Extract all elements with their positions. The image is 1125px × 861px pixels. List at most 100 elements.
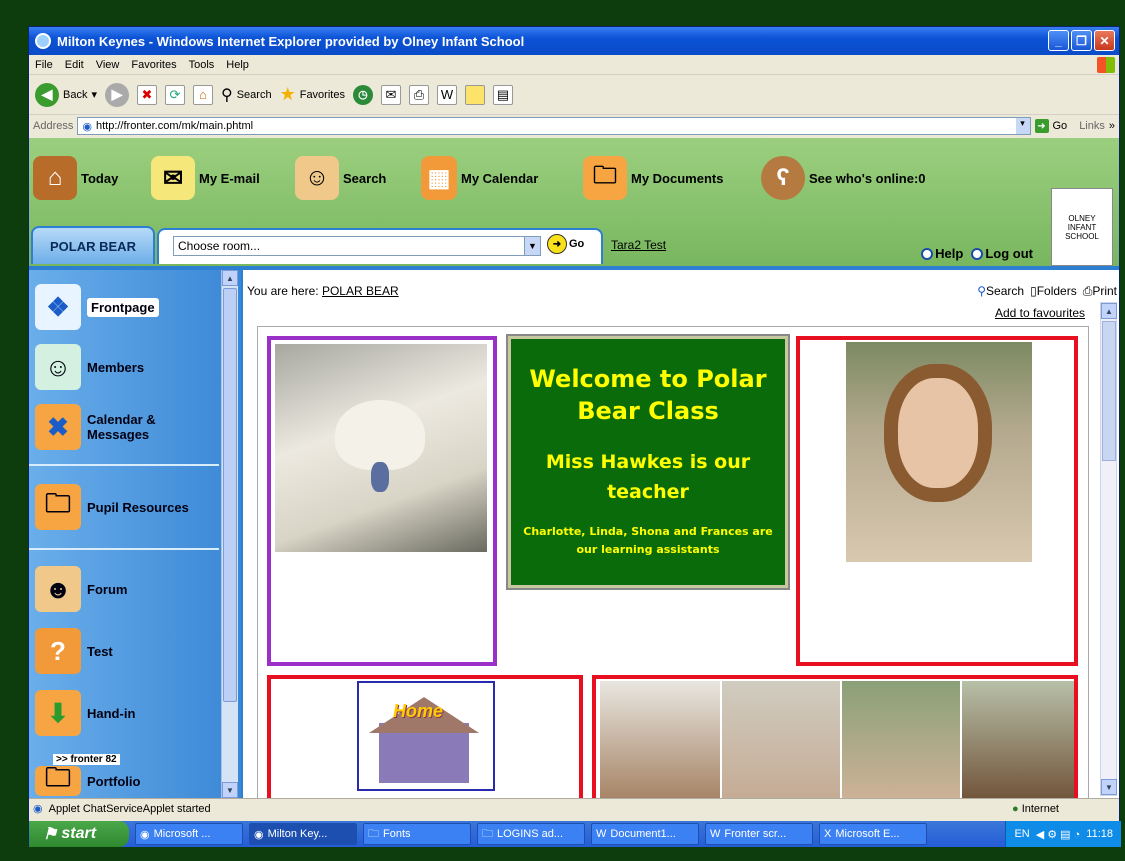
print-button[interactable]: ⎙ <box>408 84 429 105</box>
notes-button[interactable] <box>464 84 485 105</box>
research-button[interactable]: ▤ <box>492 84 513 105</box>
nav-email[interactable]: ✉ My E-mail <box>151 156 260 200</box>
polar-bear-box <box>267 336 497 666</box>
breadcrumb-link[interactable]: POLAR BEAR <box>322 284 399 298</box>
logout-link[interactable]: Log out <box>971 246 1033 261</box>
language-indicator[interactable]: EN <box>1014 828 1029 840</box>
house-icon: ⌂ <box>33 156 77 200</box>
assistants-box <box>592 675 1078 798</box>
sidebar-item-pupil-resources[interactable]: 🗀 Pupil Resources <box>35 484 189 530</box>
scroll-up-button[interactable]: ▲ <box>222 270 238 286</box>
members-icon: ☺ <box>35 344 81 390</box>
word-icon: W <box>596 828 607 840</box>
go-arrow-icon: ➜ <box>547 234 567 254</box>
search-button[interactable]: ⚲ Search <box>221 85 272 105</box>
sidebar-scrollbar[interactable]: ▲ ▼ <box>221 270 238 798</box>
sidebar-item-calendar[interactable]: ✖ Calendar & Messages <box>35 404 156 450</box>
menu-view[interactable]: View <box>96 59 120 71</box>
tool-print[interactable]: ⎙Print <box>1083 284 1117 299</box>
teacher-photo <box>846 342 1032 562</box>
scroll-thumb[interactable] <box>1102 321 1116 461</box>
excel-icon: X <box>824 828 832 840</box>
edit-button[interactable]: W <box>436 84 457 105</box>
zone-indicator: ● Internet <box>1011 802 1059 815</box>
task-milton-keynes[interactable]: ◉ Milton Key... <box>249 823 357 845</box>
back-button[interactable]: ◀ Back ▾ <box>35 82 97 107</box>
go-arrow-icon[interactable]: ➜ <box>1034 119 1049 133</box>
task-microsoft-1[interactable]: ◉ Microsoft ... <box>135 823 243 845</box>
menu-tools[interactable]: Tools <box>189 59 215 71</box>
ie-icon <box>35 33 51 49</box>
scroll-thumb[interactable] <box>223 288 237 702</box>
stop-button[interactable]: ✖ <box>137 84 157 105</box>
task-fonts[interactable]: 🗀 Fonts <box>363 823 471 845</box>
room-select[interactable]: Choose room... ▼ <box>173 236 541 256</box>
address-dropdown[interactable]: ▾ <box>1015 118 1030 134</box>
bear-icon: ʕ <box>761 156 805 200</box>
home-picture[interactable]: Home <box>357 681 495 791</box>
room-go-button[interactable]: ➜ Go <box>547 234 584 254</box>
nav-today[interactable]: ⌂ Today <box>33 156 118 200</box>
maximize-button[interactable]: ❐ <box>1071 30 1092 51</box>
assistant-photo <box>722 681 840 798</box>
sidebar-item-frontpage[interactable]: ❖ Frontpage <box>35 284 159 330</box>
nav-calendar[interactable]: ▦ My Calendar <box>421 156 538 200</box>
user-link[interactable]: Tara2 Test <box>611 238 666 252</box>
tray-icons: ◀ ⚙ ▤ ◔ <box>1035 828 1081 841</box>
home-box: Home <box>267 675 583 798</box>
favorites-button[interactable]: ★ Favorites <box>280 84 345 105</box>
help-icon <box>921 248 934 260</box>
address-bar: Address ◉ http://fronter.com/mk/main.pht… <box>29 115 1119 137</box>
question-icon: ? <box>35 628 81 674</box>
nav-online[interactable]: ʕ See who's online:0 <box>761 156 926 200</box>
close-button[interactable]: ✕ <box>1094 30 1115 51</box>
start-button[interactable]: ⚑ start <box>29 821 129 847</box>
sidebar-item-portfolio[interactable]: 🗀 Portfolio <box>35 762 140 796</box>
links-button[interactable]: Links <box>1079 120 1105 132</box>
back-arrow-icon: ◀ <box>35 82 59 107</box>
nav-search[interactable]: ☺ Search <box>295 156 386 200</box>
add-to-favourites-link[interactable]: Add to favourites <box>995 306 1085 320</box>
task-logins[interactable]: 🗀 LOGINS ad... <box>477 823 585 845</box>
status-bar: ◉ Applet ChatServiceApplet started ● Int… <box>29 798 1119 818</box>
scroll-down-button[interactable]: ▼ <box>1101 779 1117 795</box>
windows-logo-icon <box>1097 57 1115 73</box>
address-go-button[interactable]: Go <box>1053 120 1068 132</box>
sidebar-item-members[interactable]: ☺ Members <box>35 344 144 390</box>
address-input[interactable]: ◉ http://fronter.com/mk/main.phtml ▾ <box>77 117 1031 135</box>
forward-button[interactable]: ▶ <box>105 82 129 107</box>
mail-button[interactable]: ✉ <box>380 84 401 105</box>
help-link[interactable]: Help <box>921 246 963 261</box>
refresh-button[interactable]: ⟳ <box>165 84 185 105</box>
home-button[interactable]: ⌂ <box>193 84 213 105</box>
menu-edit[interactable]: Edit <box>65 59 84 71</box>
tool-search[interactable]: ⚲Search <box>977 284 1024 299</box>
web-content: ⌂ Today ✉ My E-mail ☺ Search ▦ My Calendar 🗀… <box>29 138 1119 798</box>
scroll-down-button[interactable]: ▼ <box>222 782 238 798</box>
nav-documents[interactable]: 🗀 My Documents <box>583 156 723 200</box>
menu-file[interactable]: File <box>35 59 53 71</box>
task-fronter[interactable]: W Fronter scr... <box>705 823 813 845</box>
task-document1[interactable]: W Document1... <box>591 823 699 845</box>
assistant-photo <box>600 681 720 798</box>
sidebar-item-test[interactable]: ? Test <box>35 628 113 674</box>
sidebar-item-forum[interactable]: ☻ Forum <box>35 566 127 612</box>
search-icon: ⚲ <box>221 86 233 104</box>
sidebar-item-hand-in[interactable]: ⬇ Hand-in <box>35 690 135 736</box>
tool-folders[interactable]: ▯Folders <box>1030 284 1077 299</box>
main-scrollbar[interactable]: ▲ ▼ <box>1100 302 1117 796</box>
menu-help[interactable]: Help <box>226 59 249 71</box>
title-bar[interactable]: Milton Keynes - Windows Internet Explore… <box>29 27 1119 55</box>
scroll-up-button[interactable]: ▲ <box>1101 303 1117 319</box>
menu-bar: File Edit View Favorites Tools Help <box>29 55 1119 75</box>
minimize-button[interactable]: _ <box>1048 30 1069 51</box>
sidebar: ❖ Frontpage ☺ Members ✖ Calendar & Messages… <box>29 270 243 798</box>
welcome-banner: Welcome to Polar Bear Class Miss Hawkes … <box>506 334 790 590</box>
task-microsoft-excel[interactable]: X Microsoft E... <box>819 823 927 845</box>
polar-bear-photo <box>275 344 487 552</box>
history-button[interactable]: ◷ <box>352 84 373 105</box>
ie-window: Milton Keynes - Windows Internet Explore… <box>28 26 1121 847</box>
menu-favorites[interactable]: Favorites <box>131 59 176 71</box>
window-title: Milton Keynes - Windows Internet Explore… <box>57 33 525 49</box>
room-tab[interactable]: POLAR BEAR <box>31 226 155 264</box>
